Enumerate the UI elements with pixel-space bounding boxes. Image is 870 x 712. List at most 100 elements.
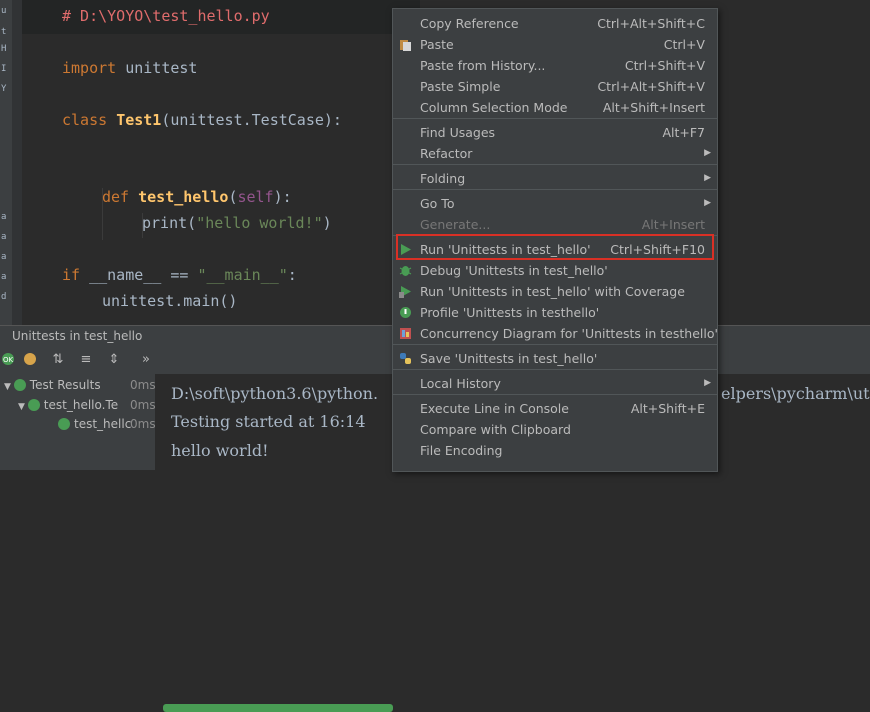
code-token: import [62,59,126,77]
menu-item-local-history[interactable]: Local History ▶ [393,373,717,394]
menu-item-shortcut: Alt+Shift+E [630,401,705,416]
menu-item-label: Paste [420,37,454,52]
menu-item-go-to[interactable]: Go To ▶ [393,193,717,214]
code-token: # D:\YOYO\test_hello.py [62,7,270,25]
project-strip-char: a [1,252,7,262]
menu-item-label: Column Selection Mode [420,100,568,115]
project-strip-char: u [1,6,7,16]
svg-text:OK: OK [3,356,14,364]
test-progress-bar [163,704,393,712]
test-duration: 0ms [130,378,156,392]
menu-item-label: Folding [420,171,466,186]
menu-item-debug-unittests-in-test-hello[interactable]: Debug 'Unittests in test_hello' [393,260,717,281]
test-tree-label: Test Results [29,378,101,392]
expand-arrow-icon[interactable]: ▼ [4,382,14,392]
menu-separator [393,394,717,395]
project-strip-char: t [1,27,7,37]
menu-item-label: Paste Simple [420,79,501,94]
code-token: __name__ == [89,266,198,284]
code-token: self [237,188,274,206]
code-line-if-main: if __name__ == "__main__": [62,266,297,284]
menu-separator [393,344,717,345]
coverage-icon [399,285,412,298]
menu-item-concurrency-diagram-for-unittests-in-testhello[interactable]: Concurrency Diagram for 'Unittests in te… [393,323,717,344]
sort-duration-icon[interactable]: ≡ [78,352,94,368]
expand-all-icon[interactable]: ⇕ [106,352,122,368]
menu-item-profile-unittests-in-testhello[interactable]: Profile 'Unittests in testhello' [393,302,717,323]
menu-item-label: Go To [420,196,455,211]
console-line-tail: elpers\pycharm\ut [721,384,870,403]
menu-item-label: Find Usages [420,125,496,140]
test-passed-icon [58,417,70,430]
menu-item-paste-from-history[interactable]: Paste from History... Ctrl+Shift+V [393,55,717,76]
code-token: unittest [125,59,198,77]
menu-item-refactor[interactable]: Refactor ▶ [393,143,717,164]
menu-item-find-usages[interactable]: Find Usages Alt+F7 [393,122,717,143]
code-token: "__main__" [197,266,288,284]
code-token: Test1 [116,111,162,129]
menu-item-paste[interactable]: Paste Ctrl+V [393,34,717,55]
menu-item-run-unittests-in-test-hello-with-coverage[interactable]: Run 'Unittests in test_hello' with Cover… [393,281,717,302]
code-token: "hello world!" [196,214,323,232]
menu-item-column-selection-mode[interactable]: Column Selection Mode Alt+Shift+Insert [393,97,717,118]
test-tree-row[interactable]: ▼ test_hello.Te [18,396,118,414]
project-strip-char: a [1,232,7,242]
project-strip[interactable]: utHIYaaaad [0,0,12,325]
submenu-arrow-icon: ▶ [704,148,711,158]
menu-item-label: Local History [420,376,501,391]
menu-item-label: File Encoding [420,443,503,458]
code-line-class: class Test1(unittest.TestCase): [62,111,342,129]
menu-item-label: Save 'Unittests in test_hello' [420,351,598,366]
code-token: print( [142,214,197,232]
menu-item-save-unittests-in-test-hello[interactable]: Save 'Unittests in test_hello' [393,348,717,369]
expand-arrow-icon[interactable]: ▼ [18,402,28,412]
menu-item-label: Debug 'Unittests in test_hello' [420,263,608,278]
project-strip-char: Y [1,84,7,94]
code-token: def [102,188,139,206]
submenu-arrow-icon: ▶ [704,378,711,388]
project-strip-char: H [1,44,7,54]
menu-item-folding[interactable]: Folding ▶ [393,168,717,189]
console-line: Testing started at 16:14 [171,412,366,431]
menu-item-label: Generate... [420,217,491,232]
code-editor[interactable]: # D:\YOYO\test_hello.py import unittest … [22,0,420,325]
sort-alpha-icon[interactable]: ⇅ [50,352,66,368]
code-line-comment: # D:\YOYO\test_hello.py [62,7,270,25]
project-strip-char: a [1,272,7,282]
menu-item-execute-line-in-console[interactable]: Execute Line in Console Alt+Shift+E [393,398,717,419]
menu-item-copy-reference[interactable]: Copy Reference Ctrl+Alt+Shift+C [393,13,717,34]
test-tree-label: test_hello.Te [43,398,119,412]
menu-item-paste-simple[interactable]: Paste Simple Ctrl+Alt+Shift+V [393,76,717,97]
menu-item-label: Concurrency Diagram for 'Unittests in te… [420,326,718,341]
code-line-main-call: unittest.main() [102,292,237,310]
menu-item-shortcut: Alt+Shift+Insert [602,100,705,115]
test-results-tree: ▼ Test Results 0ms ▼ test_hello.Te 0ms test_… [0,374,156,470]
project-strip-char: I [1,64,7,74]
test-duration: 0ms [130,417,156,431]
test-tree-row[interactable]: test_hellc [58,415,131,433]
code-line-def: def test_hello(self): [102,188,292,206]
menu-item-shortcut: Ctrl+Alt+Shift+C [597,16,705,31]
concurrency-icon [399,327,412,340]
menu-item-shortcut: Alt+F7 [662,125,705,140]
code-token: unittest.main() [102,292,238,310]
stop-icon[interactable] [22,352,38,368]
menu-item-generate[interactable]: Generate... Alt+Insert [393,214,717,235]
menu-item-label: Profile 'Unittests in testhello' [420,305,600,320]
menu-item-file-encoding[interactable]: File Encoding [393,440,717,461]
debug-icon [399,264,412,277]
menu-separator [393,369,717,370]
code-token: ): [273,188,292,206]
test-tree-label: test_hellc [74,417,132,431]
paste-icon [399,38,412,51]
menu-item-compare-with-clipboard[interactable]: Compare with Clipboard [393,419,717,440]
code-token: if [62,266,90,284]
rerun-icon[interactable]: OK [0,352,16,368]
profile-icon [399,306,412,319]
more-tools-icon[interactable]: » [138,352,154,368]
menu-item-label: Copy Reference [420,16,519,31]
test-tree-row[interactable]: ▼ Test Results [4,376,101,394]
menu-item-label: Compare with Clipboard [420,422,571,437]
submenu-arrow-icon: ▶ [704,198,711,208]
code-token: : [287,266,297,284]
